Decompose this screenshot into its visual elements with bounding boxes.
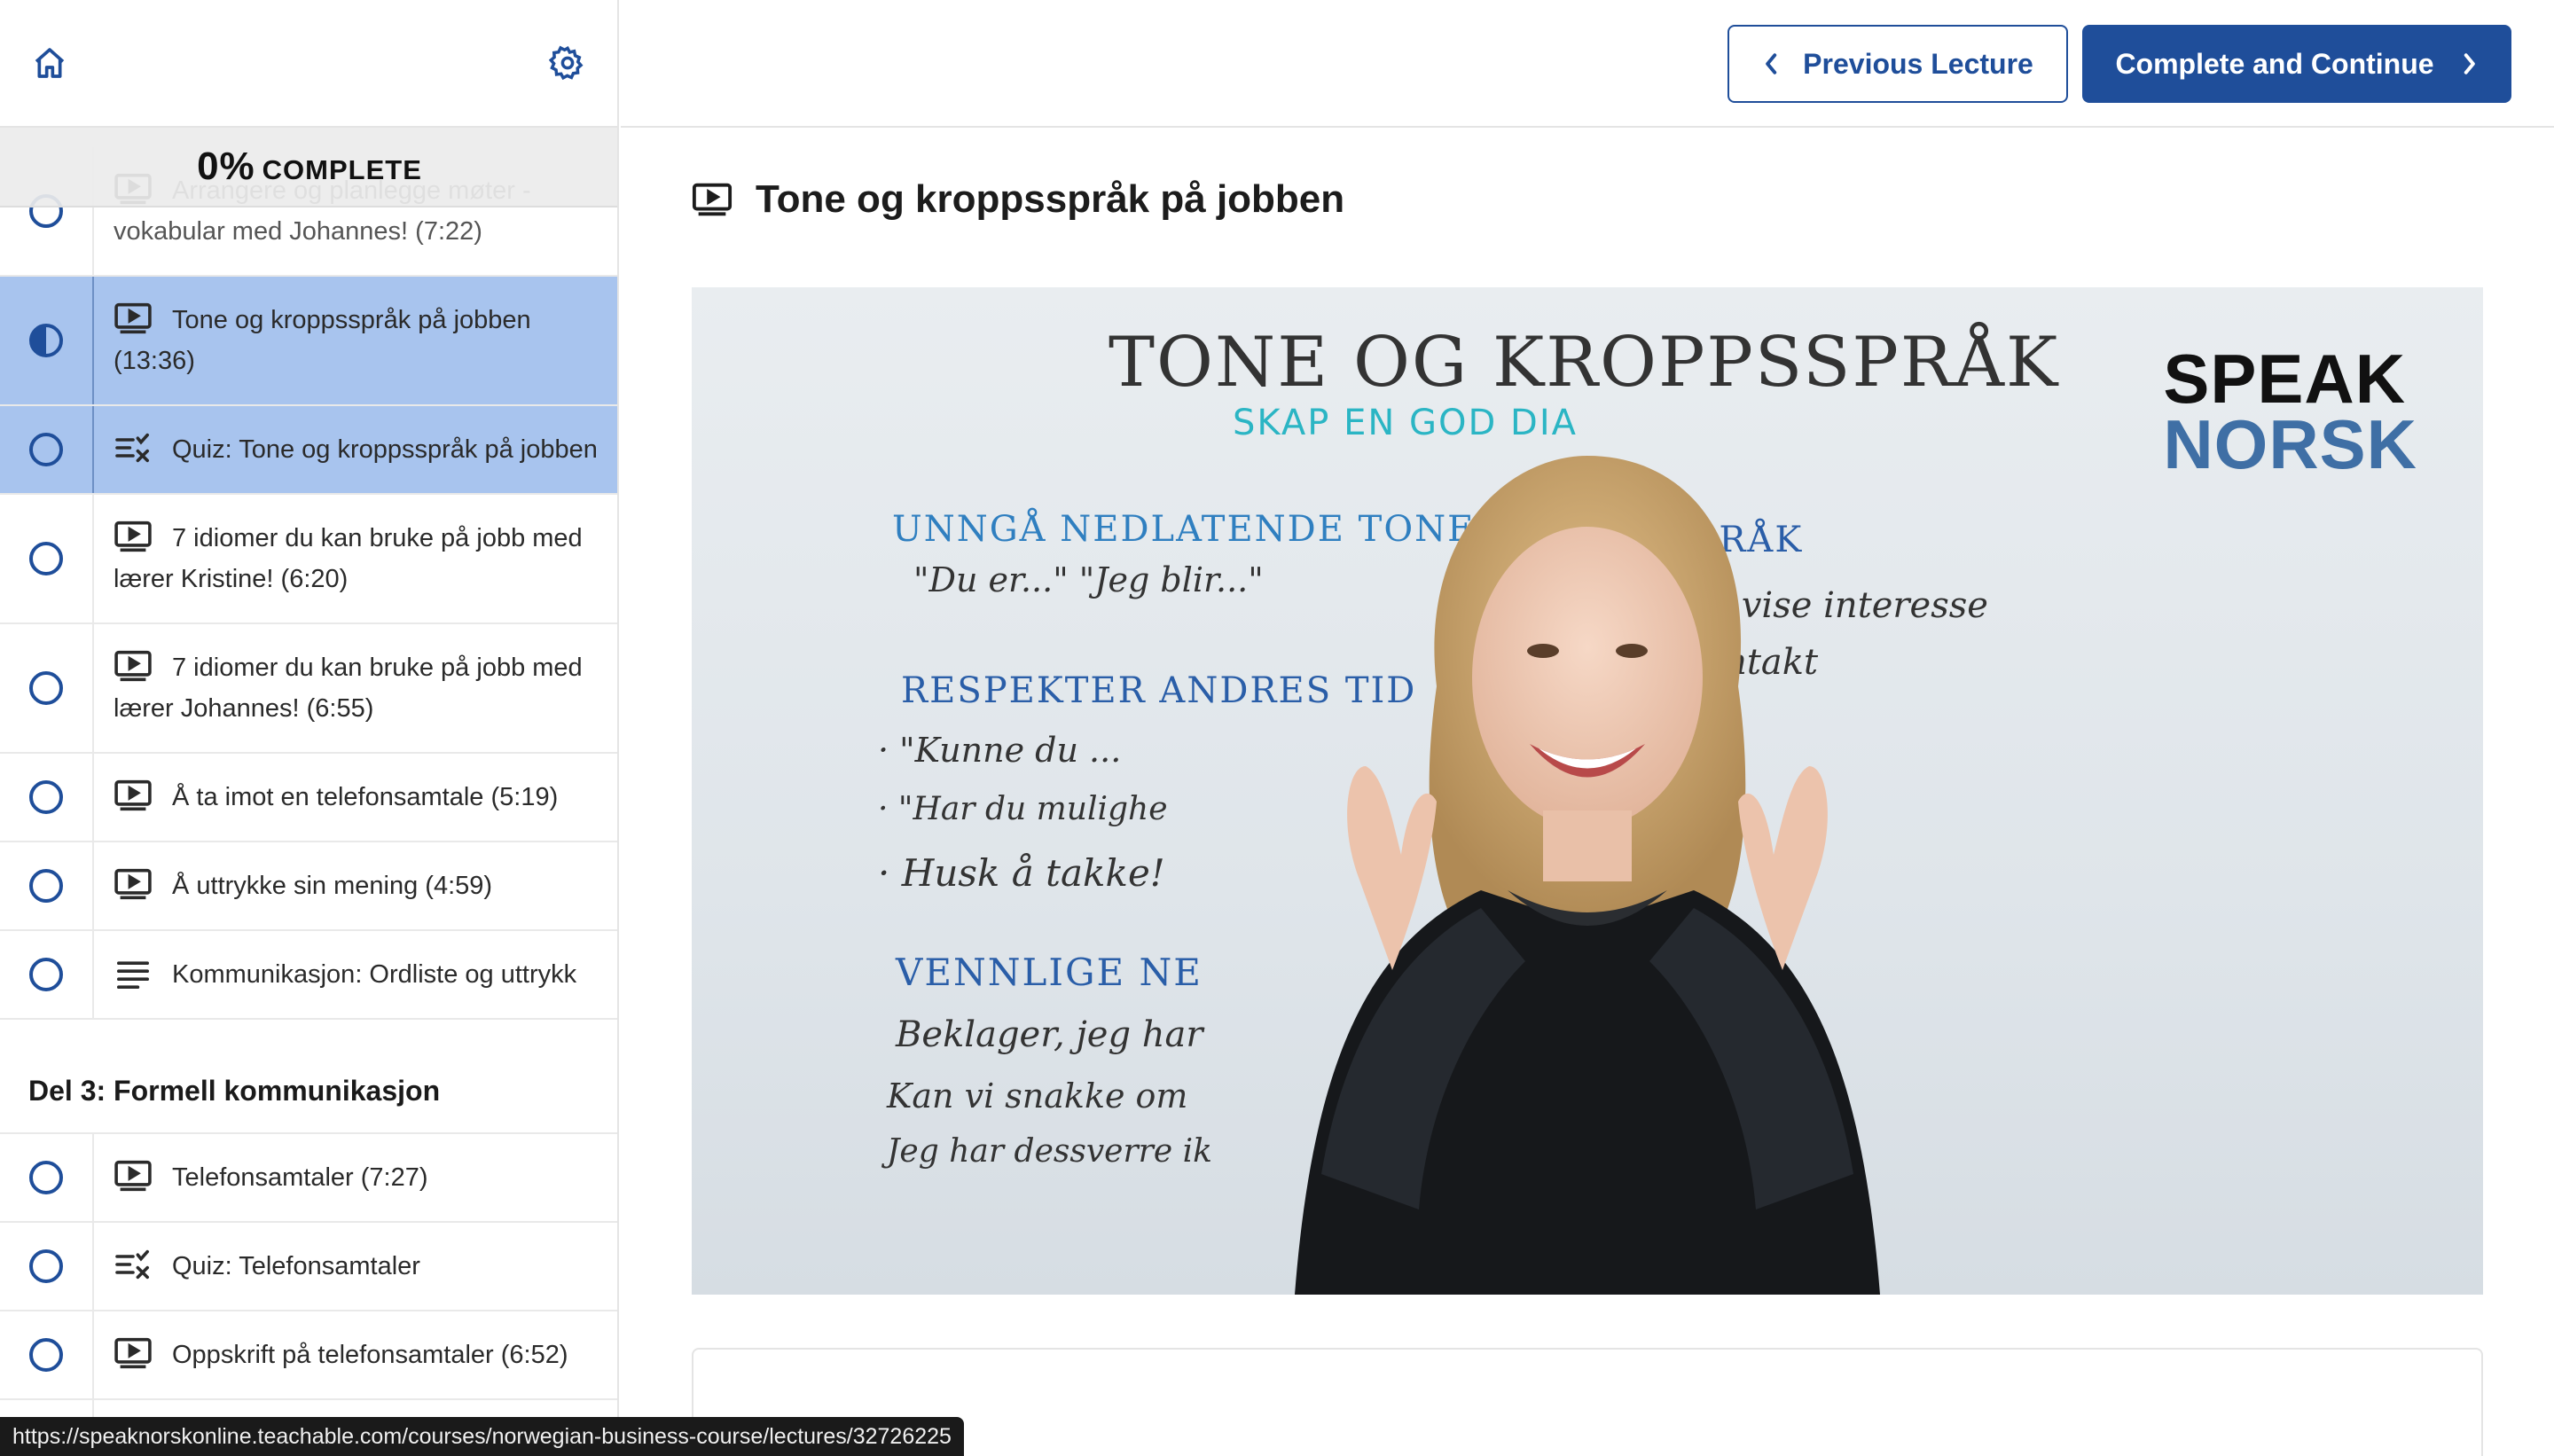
video-lecture-icon	[114, 1338, 152, 1369]
incomplete-circle-icon	[29, 671, 63, 705]
incomplete-circle-icon	[29, 780, 63, 814]
whiteboard-title: TONE OG KROPPSSPRÅK	[1109, 323, 2060, 403]
gear-icon	[549, 45, 584, 81]
lecture-item-title: Kommunikasjon: Ordliste og uttrykk	[172, 960, 577, 989]
incomplete-circle-icon	[29, 542, 63, 575]
browser-status-url: https://speaknorskonline.teachable.com/c…	[0, 1417, 964, 1456]
whiteboard-line-2: Kan vi snakke om	[887, 1076, 1188, 1115]
incomplete-circle-icon	[29, 869, 63, 903]
logo-line-2: NORSK	[2163, 405, 2417, 483]
video-player[interactable]: TONE OG KROPPSSPRÅK SKAP EN GOD DIA UNNG…	[692, 287, 2483, 1295]
quiz-icon	[115, 1250, 150, 1280]
previous-lecture-button[interactable]: Previous Lecture	[1727, 25, 2068, 103]
incomplete-circle-icon	[29, 433, 63, 466]
text-lesson-icon	[117, 961, 150, 990]
lecture-list-item[interactable]: Telefonsamtaler (7:27)	[0, 1134, 617, 1223]
lecture-item-body: Kommunikasjon: Ordliste og uttrykk	[92, 931, 617, 1018]
lecture-list-item[interactable]: Kommunikasjon: Ordliste og uttrykk	[0, 931, 617, 1020]
presenter-figure	[1295, 456, 1880, 1295]
lecture-item-title: Å uttrykke sin mening (4:59)	[172, 872, 493, 900]
completion-status[interactable]	[0, 624, 92, 752]
video-lecture-icon	[114, 303, 152, 334]
half-complete-icon	[29, 324, 63, 357]
completion-status[interactable]	[0, 754, 92, 841]
video-lecture-icon	[114, 521, 152, 552]
home-icon	[35, 48, 65, 78]
completion-status[interactable]	[0, 1223, 92, 1310]
completion-status[interactable]	[0, 495, 92, 622]
lecture-item-body: Tone og kroppsspråk på jobben (13:36)	[92, 277, 617, 404]
video-lecture-icon	[114, 651, 152, 682]
completion-status[interactable]	[0, 277, 92, 404]
whiteboard-heading-3: VENNLIGE NE	[896, 951, 1203, 994]
lecture-item-body: 7 idiomer du kan bruke på jobb med lærer…	[92, 495, 617, 622]
video-lecture-icon	[692, 183, 733, 216]
whiteboard-line-1: Beklager, jeg har	[896, 1014, 1203, 1055]
whiteboard-bullet-1: · "Kunne du ...	[878, 731, 1122, 770]
lecture-list-item[interactable]: Oppskrift på telefonsamtaler (6:52)	[0, 1311, 617, 1400]
video-lecture-icon	[114, 1161, 152, 1192]
lecture-list-item[interactable]: Å ta imot en telefonsamtale (5:19)	[0, 754, 617, 842]
lecture-item-title: Quiz: Tone og kroppsspråk på jobben	[172, 435, 598, 464]
whiteboard-bullet-3: · Husk å takke!	[878, 851, 1165, 895]
completion-status[interactable]	[0, 842, 92, 929]
lecture-item-title: Telefonsamtaler (7:27)	[172, 1163, 428, 1192]
incomplete-circle-icon	[29, 1161, 63, 1194]
lecture-item-title: Å ta imot en telefonsamtale (5:19)	[172, 783, 559, 811]
lecture-list-item[interactable]: Quiz: Tone og kroppsspråk på jobben	[0, 406, 617, 495]
lecture-item-body: Quiz: Telefonsamtaler	[92, 1223, 617, 1310]
lecture-title: Tone og kroppsspråk på jobben	[756, 177, 1345, 221]
progress-percent: 0%	[197, 145, 255, 188]
course-progress: 0% COMPLETE	[0, 128, 617, 207]
lecture-item-body: Oppskrift på telefonsamtaler (6:52)	[92, 1311, 617, 1398]
lecture-heading: Tone og kroppsspråk på jobben	[692, 177, 1344, 222]
video-lecture-icon	[114, 869, 152, 900]
logo-line-1: SPEAK	[2163, 340, 2407, 418]
lecture-item-body: Telefonsamtaler (7:27)	[92, 1134, 617, 1221]
course-sidebar: 0%COMPLETE Arrangere og planlegge møter …	[0, 0, 619, 1456]
incomplete-circle-icon	[29, 1249, 63, 1283]
whiteboard-bullet-2: · "Har du mulighe	[878, 791, 1168, 827]
lecture-item-title: Quiz: Telefonsamtaler	[172, 1252, 420, 1280]
whiteboard-line-3: Jeg har dessverre ik	[887, 1133, 1212, 1170]
quiz-icon	[115, 434, 150, 463]
complete-and-continue-label: Complete and Continue	[2115, 47, 2434, 80]
lecture-item-title: 7 idiomer du kan bruke på jobb med lærer…	[114, 524, 583, 593]
lecture-item-body: Quiz: Tone og kroppsspråk på jobben	[92, 406, 617, 493]
lecture-item-title: Oppskrift på telefonsamtaler (6:52)	[172, 1341, 568, 1369]
chevron-left-icon	[1766, 53, 1777, 74]
previous-lecture-label: Previous Lecture	[1803, 47, 2033, 80]
lecture-list-item[interactable]: 7 idiomer du kan bruke på jobb med lærer…	[0, 624, 617, 754]
settings-button[interactable]	[544, 40, 591, 86]
lecture-item-body: Å ta imot en telefonsamtale (5:19)	[92, 754, 617, 841]
lecture-list-item[interactable]: Tone og kroppsspråk på jobben (13:36)	[0, 277, 617, 406]
lecture-list-item[interactable]: Å uttrykke sin mening (4:59)	[0, 842, 617, 931]
completion-status[interactable]	[0, 406, 92, 493]
chevron-right-icon	[2464, 53, 2475, 74]
completion-status[interactable]	[0, 1311, 92, 1398]
section-title: Del 3: Formell kommunikasjon	[0, 1020, 617, 1134]
incomplete-circle-icon	[29, 958, 63, 991]
completion-status[interactable]	[0, 1134, 92, 1221]
lecture-item-body: 7 idiomer du kan bruke på jobb med lærer…	[92, 624, 617, 752]
complete-and-continue-button[interactable]: Complete and Continue	[2082, 25, 2511, 103]
lecture-list-item[interactable]: Quiz: Telefonsamtaler	[0, 1223, 617, 1311]
progress-label: COMPLETE	[262, 154, 422, 185]
lecture-list-item[interactable]: 7 idiomer du kan bruke på jobb med lærer…	[0, 495, 617, 624]
incomplete-circle-icon	[29, 1338, 63, 1372]
app-window: 0%COMPLETE Arrangere og planlegge møter …	[0, 0, 2554, 1456]
sidebar-header	[0, 0, 617, 128]
speak-norsk-logo: SPEAK NORSK	[2163, 340, 2417, 483]
lecture-item-body: Å uttrykke sin mening (4:59)	[92, 842, 617, 929]
home-button[interactable]	[27, 40, 73, 86]
lecture-item-title: 7 idiomer du kan bruke på jobb med lærer…	[114, 654, 583, 723]
video-lecture-icon	[114, 780, 152, 811]
completion-status[interactable]	[0, 931, 92, 1018]
lecture-list: Arrangere og planlegge møter - vokabular…	[0, 147, 617, 1456]
lecture-item-title: Tone og kroppsspråk på jobben (13:36)	[114, 306, 531, 375]
